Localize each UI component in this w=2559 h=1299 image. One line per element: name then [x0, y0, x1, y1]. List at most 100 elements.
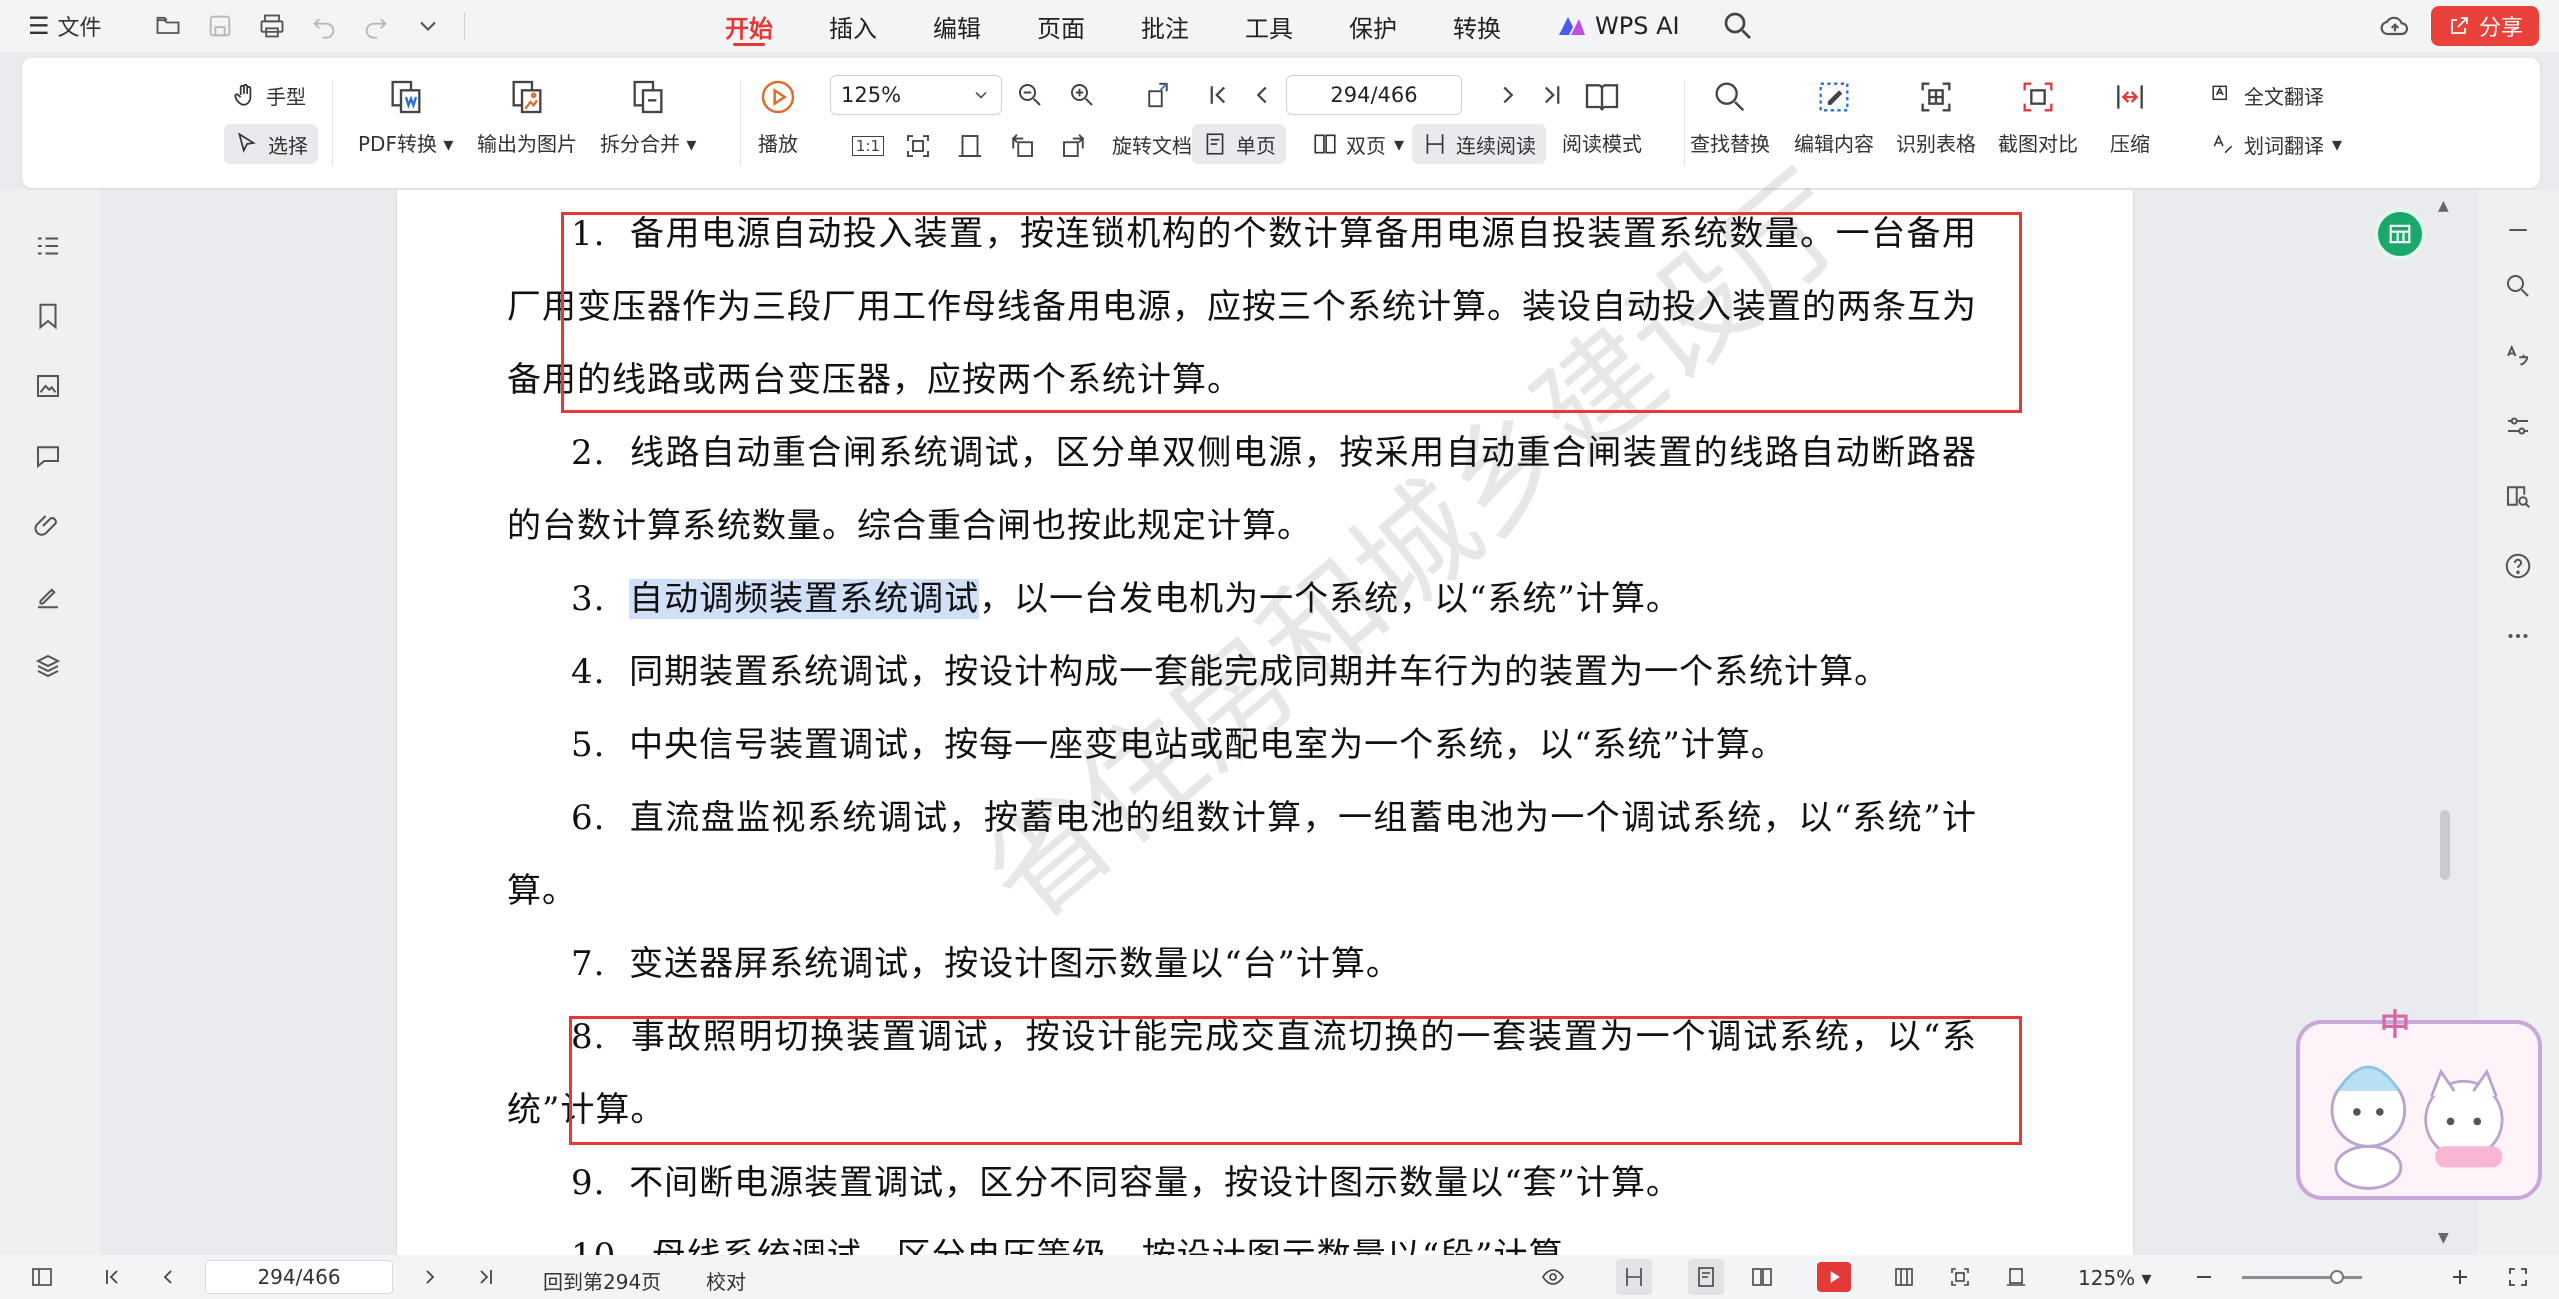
zoom-value: 125% — [841, 83, 902, 107]
zoom-select[interactable]: 125% — [830, 75, 1002, 115]
split-merge-button[interactable]: 拆分合并 ▾ — [600, 72, 696, 157]
scrollbar-thumb[interactable] — [2440, 810, 2450, 880]
bookmark-button[interactable] — [28, 296, 68, 336]
play-slideshow-button[interactable] — [1817, 1262, 1851, 1292]
settings-panel-button[interactable] — [2498, 406, 2538, 446]
red-annotation-box — [569, 1016, 2022, 1145]
help-button[interactable] — [2498, 546, 2538, 586]
signature-button[interactable] — [28, 576, 68, 616]
tab-home[interactable]: 开始 — [725, 0, 773, 52]
file-menu-button[interactable]: ☰ 文件 — [28, 10, 102, 42]
page-number-input[interactable]: 294/466 — [205, 1260, 393, 1294]
eye-protection-button[interactable] — [1528, 1259, 1578, 1295]
toggle-sidebar-button[interactable] — [24, 1259, 60, 1295]
double-page-button[interactable]: 双页 ▾ — [1302, 124, 1414, 164]
rotate-right-button[interactable] — [1054, 126, 1094, 166]
outline-button[interactable] — [28, 226, 68, 266]
share-button[interactable]: 分享 — [2430, 6, 2539, 46]
prev-page-button[interactable] — [150, 1259, 186, 1295]
rotate-left-button[interactable] — [1002, 126, 1042, 166]
search-panel-button[interactable] — [2498, 266, 2538, 306]
fit-width-button[interactable] — [1998, 1259, 2034, 1295]
more-quick-access-button[interactable] — [402, 0, 454, 52]
fit-width-button[interactable] — [950, 126, 990, 166]
tab-tools[interactable]: 工具 — [1245, 0, 1293, 52]
continuous-read-button[interactable]: 连续阅读 — [1412, 124, 1546, 164]
translate-panel-button[interactable] — [2498, 336, 2538, 376]
tab-annotate[interactable]: 批注 — [1141, 0, 1189, 52]
tab-convert[interactable]: 转换 — [1453, 0, 1501, 52]
goto-page-link[interactable]: 回到第294页 — [543, 1266, 661, 1295]
open-folder-button[interactable] — [142, 0, 194, 52]
first-page-button[interactable] — [94, 1259, 130, 1295]
recognize-table-button[interactable]: 识别表格 — [1896, 72, 1976, 157]
search-icon[interactable] — [1720, 8, 1756, 44]
zoom-slider[interactable] — [2242, 1270, 2362, 1284]
word-translate-button[interactable]: 划词翻译 ▾ — [2200, 124, 2352, 164]
pdf-convert-label: PDF转换 — [358, 132, 437, 156]
tab-protect[interactable]: 保护 — [1349, 0, 1397, 52]
thumbnail-button[interactable] — [28, 366, 68, 406]
read-aloud-button[interactable] — [2498, 476, 2538, 516]
table-assistant-button[interactable] — [2374, 208, 2426, 260]
attachment-button[interactable] — [28, 506, 68, 546]
double-page-view-button[interactable] — [1744, 1259, 1780, 1295]
fit-page-button[interactable] — [898, 126, 938, 166]
zoom-slider-handle[interactable] — [2330, 1270, 2344, 1284]
mascot-sticker[interactable]: 中 — [2296, 1008, 2542, 1200]
zoom-out-button[interactable] — [2186, 1259, 2222, 1295]
play-button[interactable]: 播放 — [758, 72, 798, 157]
zoom-level-select[interactable]: 125% ▾ — [2078, 1266, 2152, 1290]
rotate-doc-icon-button[interactable] — [1138, 75, 1178, 115]
fit-width-icon — [958, 135, 982, 157]
pdf-convert-button[interactable]: PDF转换 ▾ — [358, 72, 453, 157]
zoom-in-button[interactable] — [1062, 75, 1102, 115]
single-page-view-button[interactable] — [1688, 1259, 1724, 1295]
tab-insert[interactable]: 插入 — [829, 0, 877, 52]
next-page-button[interactable] — [412, 1259, 448, 1295]
tab-edit[interactable]: 编辑 — [933, 0, 981, 52]
comments-button[interactable] — [28, 436, 68, 476]
single-page-button[interactable]: 单页 — [1192, 124, 1286, 164]
scroll-up-icon[interactable]: ▲ — [2438, 198, 2449, 214]
wps-ai-button[interactable]: WPS AI — [1557, 12, 1680, 40]
first-page-button[interactable] — [1198, 75, 1238, 115]
continuous-view-button[interactable] — [1616, 1259, 1652, 1295]
read-mode-button[interactable]: 阅读模式 — [1562, 72, 1642, 157]
book-view-button[interactable] — [1886, 1259, 1922, 1295]
prev-page-button[interactable] — [1242, 75, 1282, 115]
word-translate-label: 划词翻译 — [2244, 133, 2324, 158]
zoom-in-button[interactable] — [2442, 1259, 2478, 1295]
scroll-down-icon[interactable]: ▼ — [2438, 1230, 2449, 1246]
collapse-button[interactable] — [2498, 210, 2538, 250]
undo-button[interactable] — [298, 0, 350, 52]
rotate-doc-button[interactable]: 旋转文档 — [1102, 124, 1202, 164]
zoom-out-button[interactable] — [1010, 75, 1050, 115]
edit-content-button[interactable]: 编辑内容 — [1794, 72, 1874, 157]
more-button[interactable] — [2498, 616, 2538, 656]
full-translate-button[interactable]: 全文翻译 — [2200, 75, 2334, 115]
wps-ai-label: WPS AI — [1595, 12, 1680, 40]
screenshot-compare-button[interactable]: 截图对比 — [1998, 72, 2078, 157]
layers-button[interactable] — [28, 646, 68, 686]
tab-page[interactable]: 页面 — [1037, 0, 1085, 52]
actual-size-label: 1:1 — [851, 136, 885, 156]
redo-button[interactable] — [350, 0, 402, 52]
select-tool-button[interactable]: 选择 — [224, 124, 318, 164]
selected-text[interactable]: 自动调频装置系统调试 — [629, 579, 980, 619]
export-image-button[interactable]: 输出为图片 — [477, 72, 577, 157]
page-number-input[interactable]: 294/466 — [1286, 75, 1462, 115]
fit-page-button[interactable] — [1942, 1259, 1978, 1295]
single-page-icon — [1698, 1267, 1714, 1287]
save-button[interactable] — [194, 0, 246, 52]
fullscreen-button[interactable] — [2500, 1259, 2536, 1295]
print-button[interactable] — [246, 0, 298, 52]
last-page-button[interactable] — [468, 1259, 504, 1295]
actual-size-button[interactable]: 1:1 — [848, 126, 888, 166]
compress-button[interactable]: 压缩 — [2110, 72, 2150, 157]
proofread-button[interactable]: 校对 — [706, 1266, 746, 1295]
next-page-button[interactable] — [1488, 75, 1528, 115]
cloud-sync-button[interactable] — [2373, 4, 2417, 48]
hand-tool-button[interactable]: 手型 — [222, 75, 316, 115]
find-replace-button[interactable]: 查找替换 — [1690, 72, 1770, 157]
